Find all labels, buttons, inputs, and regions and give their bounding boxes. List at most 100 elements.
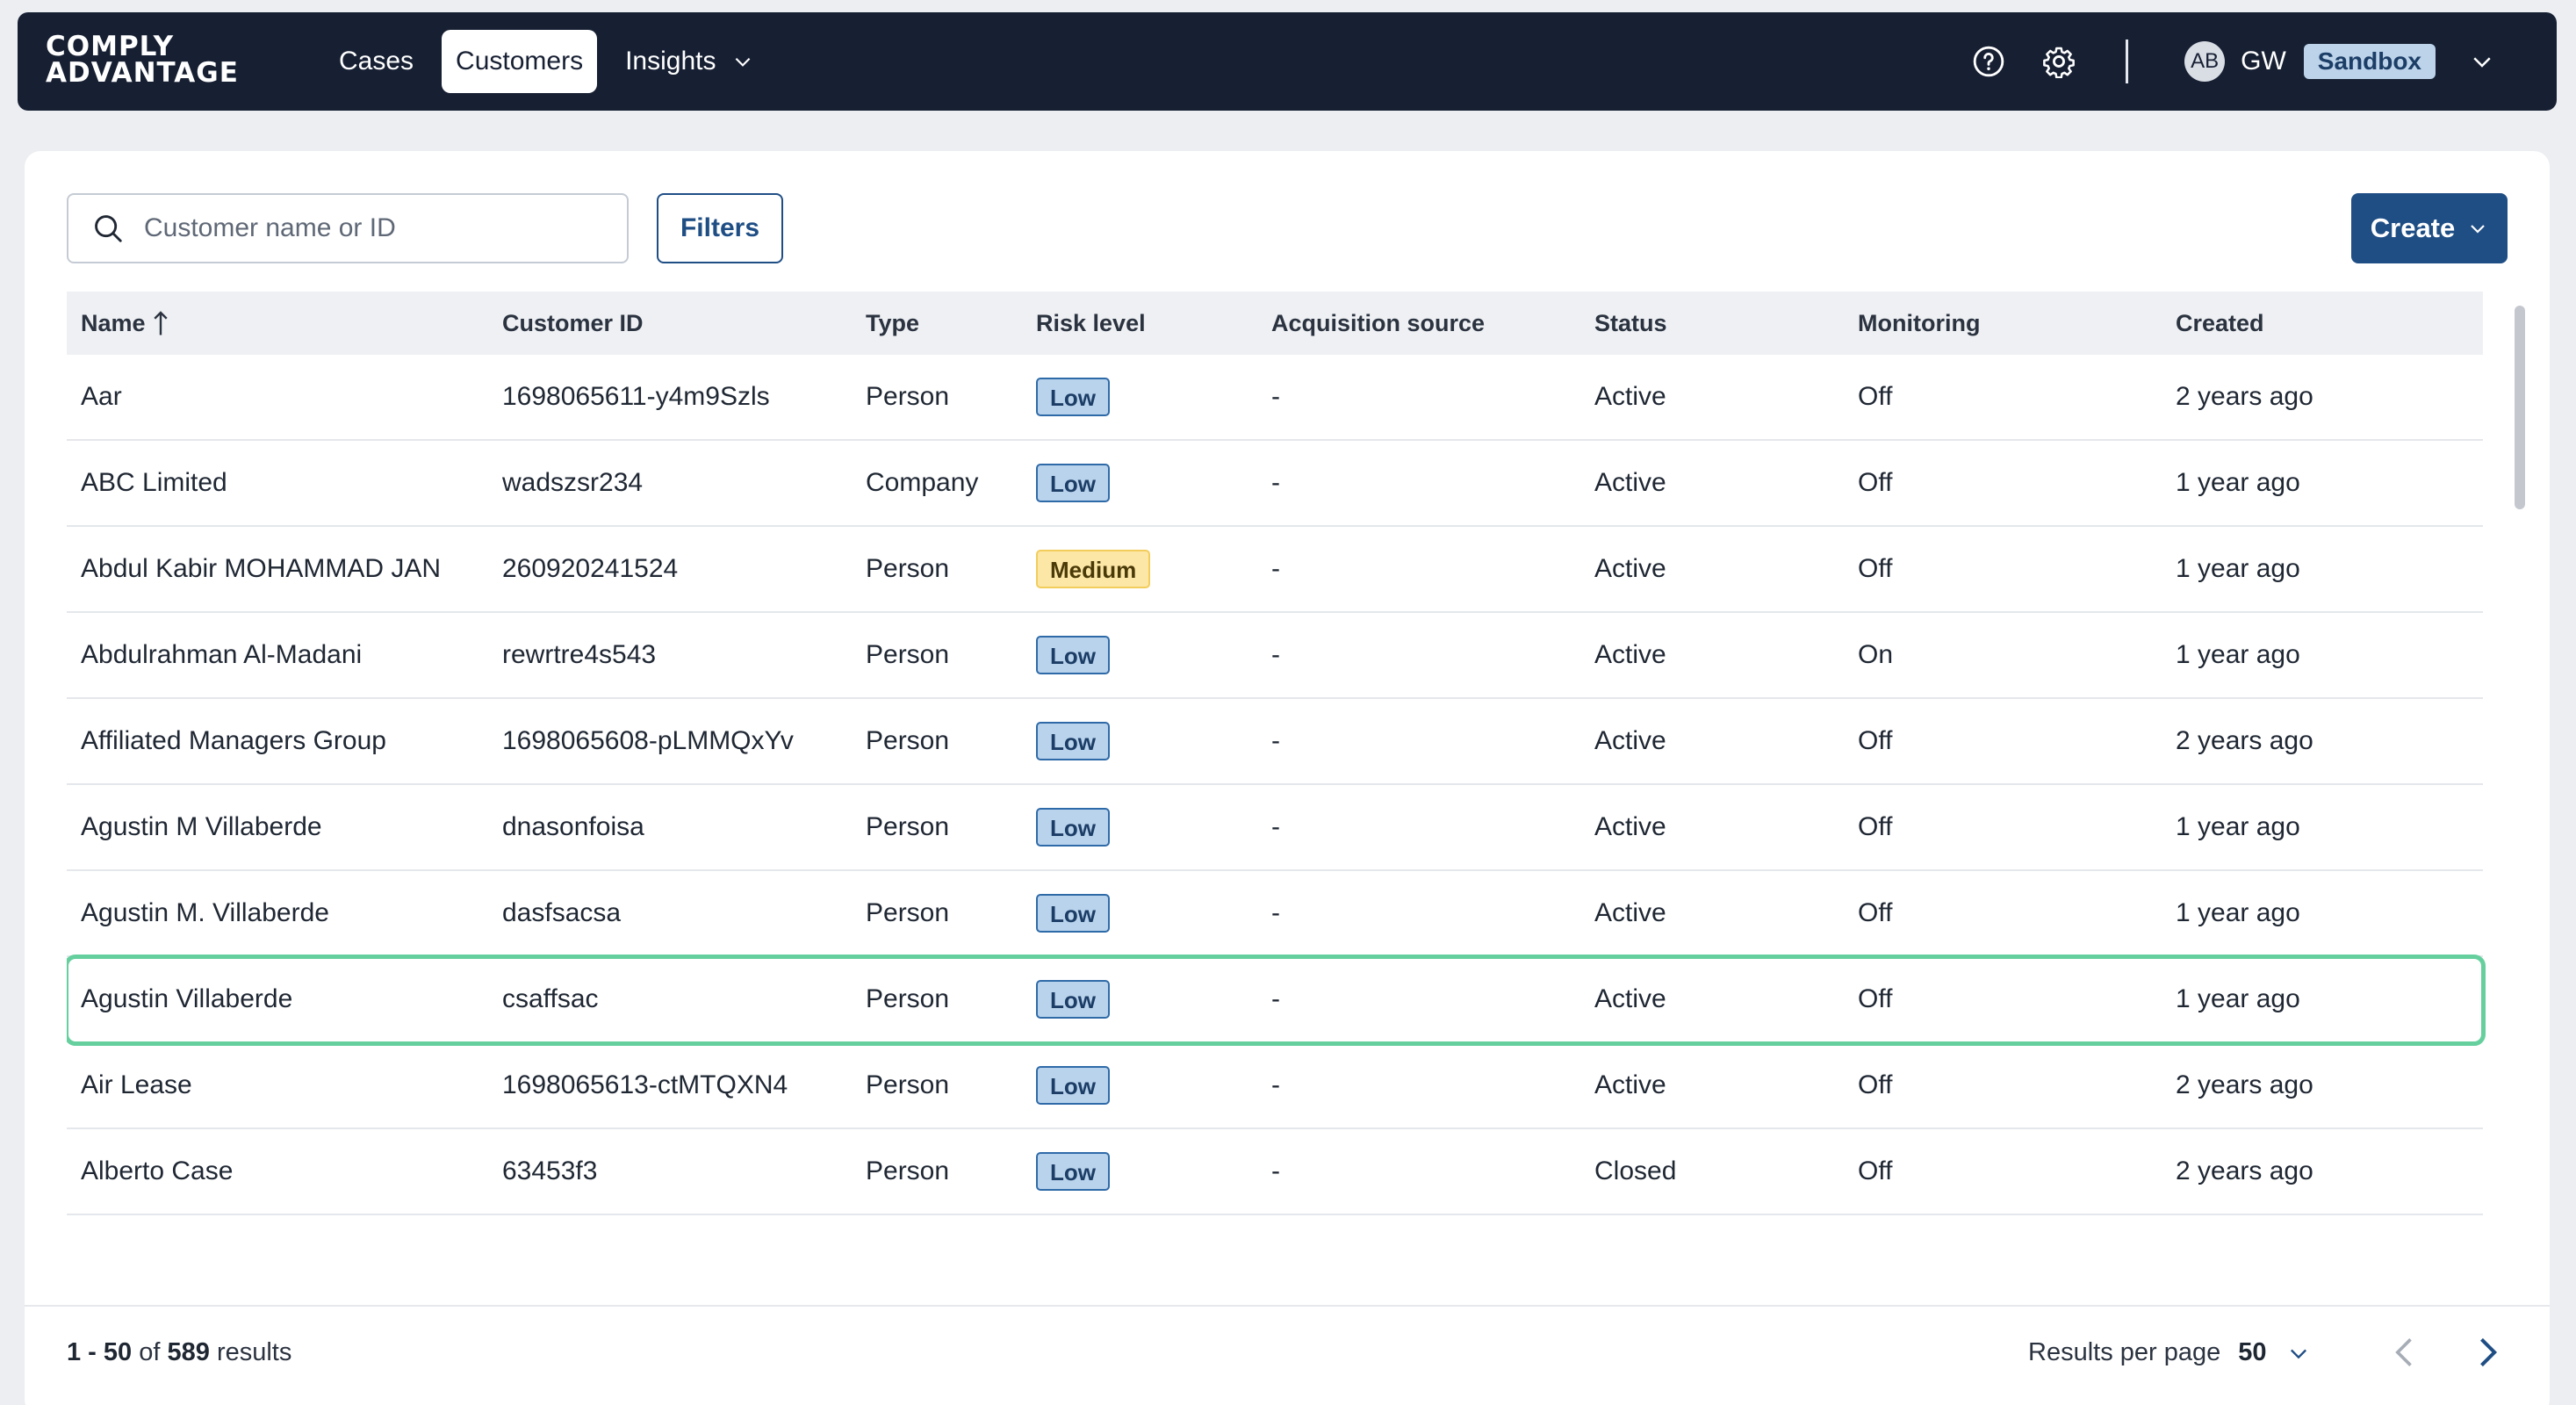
cell-risk-level: Low [1036, 441, 1110, 525]
cell-created: 2 years ago [2176, 382, 2313, 411]
previous-page-chevron-icon[interactable] [2386, 1333, 2425, 1372]
cell-type: Person [866, 984, 950, 1013]
cell-customer-id: 63453f3 [502, 1156, 598, 1185]
cell-customer-id: rewrtre4s543 [502, 640, 657, 669]
cell-risk-level: Low [1036, 613, 1110, 697]
create-button-label: Create [2370, 213, 2456, 243]
cell-acquisition-source: - [1271, 1156, 1280, 1185]
cell-risk-level: Low [1036, 1043, 1110, 1128]
cell-acquisition-source: - [1271, 1215, 1280, 1236]
column-header-risk-level[interactable]: Risk level [1036, 310, 1146, 337]
cell-type: Person [866, 726, 950, 755]
column-header-status[interactable]: Status [1594, 310, 1667, 337]
cell-risk-level: Low [1036, 785, 1110, 869]
cell-created: 2 years ago [2176, 726, 2313, 755]
cell-risk-level: Medium [1036, 527, 1151, 611]
column-header-name[interactable]: Name [81, 310, 169, 337]
table-row[interactable]: Agustin M Villaberde dnasonfoisa Person Low… [67, 785, 2483, 871]
cell-name: Affiliated Managers Group [81, 726, 386, 755]
cell-created: 1 year ago [2176, 898, 2300, 927]
settings-gear-icon [2043, 47, 2076, 78]
settings-button[interactable] [2040, 42, 2078, 81]
column-header-type[interactable]: Type [866, 310, 919, 337]
cell-status: Closed [1594, 1156, 1677, 1185]
next-page-chevron-icon[interactable] [2467, 1333, 2506, 1372]
scrollbar-thumb[interactable] [2515, 306, 2525, 509]
cell-customer-id: 1698065608-pLMMQxYv [502, 726, 794, 755]
nav-tab-customers[interactable]: Customers [442, 30, 598, 93]
chevron-down-icon[interactable] [2469, 48, 2495, 75]
column-header-name-label: Name [81, 309, 146, 336]
risk-level-badge: Low [1036, 378, 1110, 416]
cell-type: Person [866, 382, 950, 411]
cell-created: 1 year ago [2176, 812, 2300, 841]
cell-monitoring: Off [1858, 726, 1893, 755]
cell-customer-id: 260920241524 [502, 554, 679, 583]
table-row[interactable]: Aar 1698065611-y4m9Szls Person Low - Active Of… [67, 355, 2483, 441]
cell-type: Person [866, 1070, 950, 1099]
cell-monitoring: Off [1858, 1215, 1892, 1236]
main-nav: Cases Customers Insights [325, 30, 768, 93]
cell-status: Active [1594, 898, 1666, 927]
risk-level-badge: Low [1036, 1066, 1110, 1105]
table-row[interactable]: Agustin Villaberde csaffsac Person Low - Acti… [67, 955, 2486, 1046]
cell-acquisition-source: - [1271, 468, 1280, 497]
filters-button[interactable]: Filters [657, 193, 783, 263]
cell-risk-level: Low [1036, 1129, 1110, 1214]
cell-name: Alberto Case [81, 1156, 234, 1185]
cell-type: Person [866, 898, 950, 927]
nav-tab-insights[interactable]: Insights [611, 30, 768, 93]
cell-status: Active [1594, 812, 1666, 841]
table-row[interactable]: Alberto Case 63453f3 Person Low - Closed Off 2 … [67, 1129, 2483, 1215]
account-area: AB GW Sandbox [1969, 12, 2495, 111]
cell-type: Person [866, 812, 950, 841]
table-row[interactable]: Aleksandrovich d ROSHCHIN 1715267302-l87m… [67, 1215, 2483, 1236]
cell-name: Agustin M. Villaberde [81, 898, 329, 927]
risk-level-badge: Low [1036, 808, 1110, 847]
cell-customer-id: dasfsacsa [502, 898, 622, 927]
cell-name: Abdul Kabir MOHAMMAD JAN [81, 554, 442, 583]
create-button[interactable]: Create [2351, 193, 2508, 263]
help-button[interactable] [1969, 42, 2008, 81]
table-scrollbar[interactable] [2509, 292, 2530, 1236]
cell-acquisition-source: - [1271, 640, 1280, 669]
chevron-down-icon[interactable] [2286, 1341, 2311, 1365]
cell-status: Active [1594, 1070, 1666, 1099]
brand-logo[interactable]: COMPLY ADVANTAGE [46, 31, 239, 87]
table-row[interactable]: Air Lease 1698065613-ctMTQXN4 Person Low - Ac… [67, 1043, 2483, 1129]
nav-tab-cases[interactable]: Cases [325, 30, 428, 93]
cell-status: Active [1594, 382, 1666, 411]
table-row[interactable]: Agustin M. Villaberde dasfsacsa Person Low -… [67, 871, 2483, 957]
cell-acquisition-source: - [1271, 812, 1280, 841]
cell-customer-id: csaffsac [502, 984, 599, 1013]
column-header-created[interactable]: Created [2176, 310, 2264, 337]
brand-logo-line-1: COMPLY [46, 31, 175, 62]
risk-level-badge: Low [1036, 980, 1110, 1019]
column-header-customer-id[interactable]: Customer ID [502, 310, 644, 337]
search-box [67, 193, 629, 263]
cell-risk-level: Low [1036, 957, 1110, 1041]
cell-name: Aar [81, 382, 122, 411]
search-input[interactable] [144, 213, 601, 243]
cell-created: 1 year ago [2176, 554, 2300, 583]
results-per-page-value[interactable]: 50 [2238, 1338, 2266, 1367]
table-row[interactable]: Abdul Kabir MOHAMMAD JAN 260920241524 Pers… [67, 527, 2483, 613]
cell-status: Active [1594, 984, 1666, 1013]
table-row[interactable]: Affiliated Managers Group 1698065608-pLMM… [67, 699, 2483, 785]
column-header-monitoring[interactable]: Monitoring [1858, 310, 1980, 337]
cell-created: 2 years ago [2176, 1156, 2313, 1185]
cell-customer-id: dnasonfoisa [502, 812, 644, 841]
cell-monitoring: Off [1858, 812, 1893, 841]
cell-monitoring: On [1858, 640, 1894, 669]
table-header: Name Customer ID Type Risk level Acquisi… [67, 292, 2483, 355]
table-row[interactable]: ABC Limited wadszsr234 Company Low - Active Of… [67, 441, 2483, 527]
cell-name: Agustin Villaberde [81, 984, 293, 1013]
table-row[interactable]: Abdulrahman Al-Madani rewrtre4s543 Person L… [67, 613, 2483, 699]
results-count: 1 - 50 of 589 results [67, 1338, 291, 1367]
help-circle-icon [1973, 46, 2004, 77]
results-per-page-label: Results per page [2028, 1338, 2221, 1366]
avatar[interactable]: AB [2184, 41, 2226, 82]
cell-created: 2 years ago [2176, 1070, 2313, 1099]
cell-acquisition-source: - [1271, 382, 1280, 411]
column-header-acquisition-source[interactable]: Acquisition source [1271, 310, 1485, 337]
